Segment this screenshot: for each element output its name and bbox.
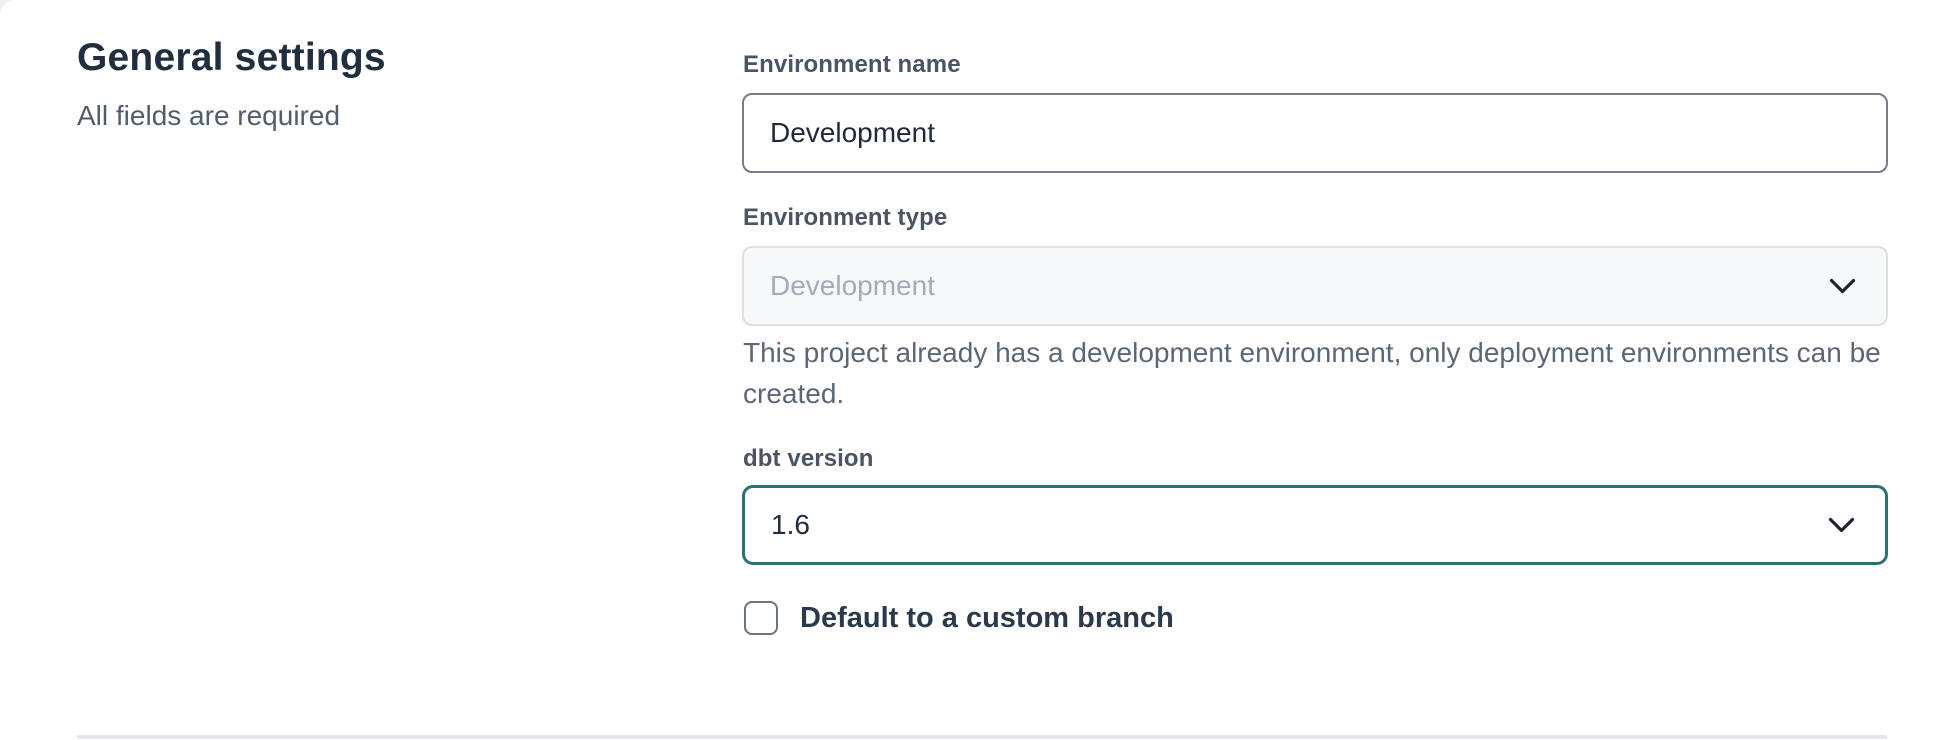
page-subtitle: All fields are required xyxy=(77,100,340,132)
general-settings-page: General settings All fields are required… xyxy=(0,0,1958,740)
default-custom-branch-label[interactable]: Default to a custom branch xyxy=(800,602,1174,635)
environment-name-label: Environment name xyxy=(743,51,961,79)
environment-name-input[interactable] xyxy=(742,93,1888,173)
settings-form: Environment name Environment type Develo… xyxy=(742,0,1888,740)
section-divider xyxy=(77,735,1887,739)
default-custom-branch-option[interactable]: Default to a custom branch xyxy=(744,601,1174,635)
environment-type-selected-value: Development xyxy=(770,270,935,302)
environment-type-help-text: This project already has a development e… xyxy=(743,332,1889,414)
environment-type-label: Environment type xyxy=(743,204,947,232)
chevron-down-icon xyxy=(1829,278,1856,295)
environment-type-select: Development xyxy=(742,246,1888,326)
dbt-version-selected-value: 1.6 xyxy=(771,509,810,541)
chevron-down-icon xyxy=(1828,517,1855,534)
page-title: General settings xyxy=(77,36,386,80)
default-custom-branch-checkbox[interactable] xyxy=(744,601,778,635)
dbt-version-label: dbt version xyxy=(743,445,873,473)
dbt-version-select[interactable]: 1.6 xyxy=(742,485,1888,565)
